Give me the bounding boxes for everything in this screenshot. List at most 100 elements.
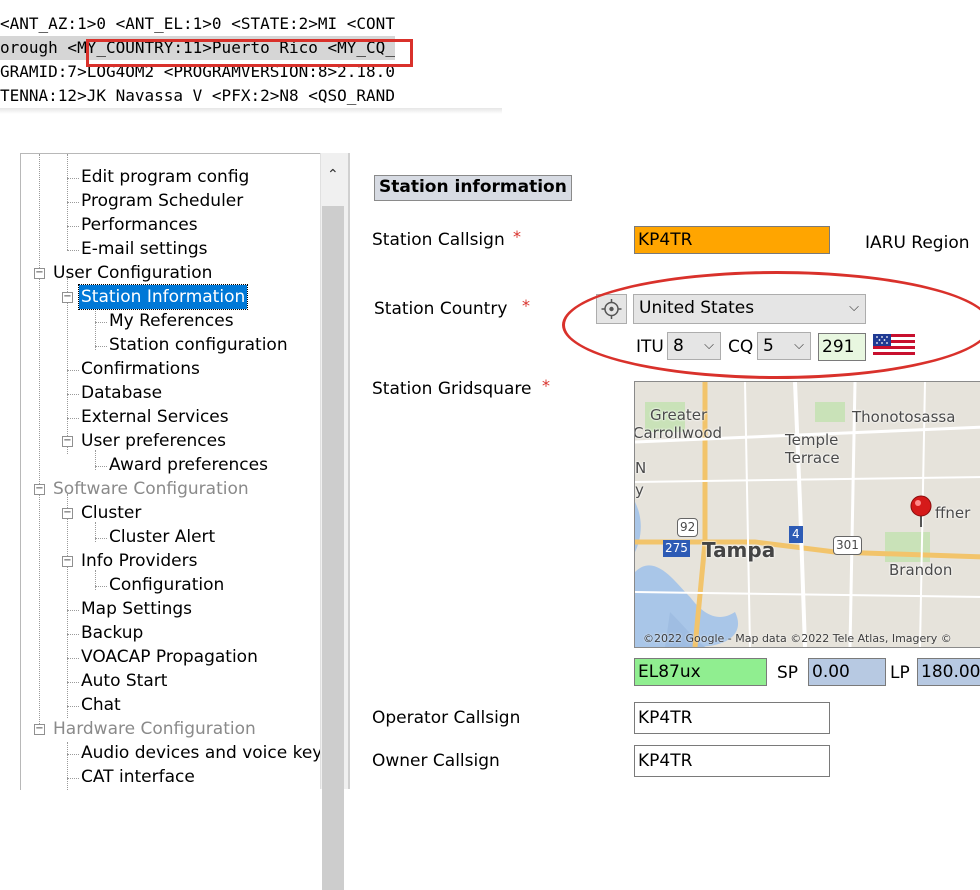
highway-shield: 301 xyxy=(833,536,862,555)
collapse-hardware-configuration-icon[interactable]: − xyxy=(34,724,45,735)
tree-item-chat[interactable]: Chat xyxy=(81,693,121,717)
collapse-station-information-icon[interactable]: − xyxy=(62,292,73,303)
required-marker: * xyxy=(542,376,550,395)
gridsquare-input[interactable]: EL87ux xyxy=(634,658,767,686)
station-callsign-label: Station Callsign xyxy=(372,230,505,250)
tree-item-software-configuration[interactable]: Software Configuration xyxy=(53,477,249,501)
tree-item-cluster-alert[interactable]: Cluster Alert xyxy=(109,525,215,549)
tree-guide xyxy=(95,306,96,350)
scroll-up-arrow-icon[interactable]: ⌃ xyxy=(327,167,339,183)
tree-connector xyxy=(67,778,79,779)
my-country-highlight-box xyxy=(86,39,413,67)
tree-item-cat-interface[interactable]: CAT interface xyxy=(81,765,195,789)
tree-connector xyxy=(67,682,79,683)
tree-item-user-preferences[interactable]: User preferences xyxy=(81,429,226,453)
station-country-label: Station Country xyxy=(374,299,508,319)
tree-item-confirmations[interactable]: Confirmations xyxy=(81,357,200,381)
operator-callsign-label: Operator Callsign xyxy=(372,708,521,728)
operator-callsign-input[interactable]: KP4TR xyxy=(634,702,830,734)
tree-item-external-services[interactable]: External Services xyxy=(81,405,229,429)
tree-connector xyxy=(67,418,79,419)
station-callsign-input[interactable]: KP4TR xyxy=(634,226,830,254)
tree-connector xyxy=(67,754,79,755)
collapse-info-providers-icon[interactable]: − xyxy=(62,556,73,567)
highway-shield: 92 xyxy=(677,518,699,537)
tree-guide xyxy=(95,450,96,470)
sp-label: SP xyxy=(777,663,799,683)
collapse-user-configuration-icon[interactable]: − xyxy=(34,268,45,279)
tree-item-performances[interactable]: Performances xyxy=(81,213,198,237)
collapse-software-configuration-icon[interactable]: − xyxy=(34,484,45,495)
tree-item-station-configuration[interactable]: Station configuration xyxy=(109,333,288,357)
map-label-tampa: Tampa xyxy=(702,538,776,562)
tree-connector xyxy=(67,178,79,179)
collapse-user-preferences-icon[interactable]: − xyxy=(62,436,73,447)
tree-connector xyxy=(95,322,107,323)
tree-item-backup[interactable]: Backup xyxy=(81,621,143,645)
iaru-region-label: IARU Region xyxy=(865,233,970,253)
map-label: Brandon xyxy=(889,561,953,579)
tree-scrollbar[interactable]: ⌃ xyxy=(320,153,348,890)
section-title: Station information xyxy=(374,175,572,201)
tree-connector xyxy=(67,658,79,659)
tree-guide xyxy=(95,570,96,590)
lp-bearing-field: 180.00 xyxy=(917,658,980,686)
tree-connector xyxy=(67,370,79,371)
interstate-shield: 4 xyxy=(789,526,803,543)
map-label: y xyxy=(635,481,644,499)
required-marker: * xyxy=(513,227,521,246)
scrollbar-thumb[interactable] xyxy=(322,206,344,890)
map-label: Thonotosassa xyxy=(852,408,956,426)
owner-callsign-label: Owner Callsign xyxy=(372,751,500,771)
tree-item-configuration[interactable]: Configuration xyxy=(109,573,224,597)
tree-item-award-preferences[interactable]: Award preferences xyxy=(109,453,268,477)
map-label: Temple xyxy=(785,431,839,449)
tree-item-database[interactable]: Database xyxy=(81,381,162,405)
tree-connector xyxy=(67,706,79,707)
tree-item-voacap-propagation[interactable]: VOACAP Propagation xyxy=(81,645,258,669)
map-copyright: ©2022 Google - Map data ©2022 Tele Atlas… xyxy=(643,632,952,645)
tree-guide xyxy=(39,154,40,730)
interstate-shield: 275 xyxy=(663,540,690,557)
settings-tree[interactable]: − − − − − − − Edit program config Progra… xyxy=(20,153,349,790)
sp-bearing-field: 0.00 xyxy=(808,658,886,686)
gridsquare-map[interactable]: Greater Carrollwood Temple Terrace Thono… xyxy=(634,381,980,648)
tree-connector xyxy=(67,634,79,635)
tree-item-auto-start[interactable]: Auto Start xyxy=(81,669,167,693)
adif-line-1: <ANT_AZ:1>0 <ANT_EL:1>0 <STATE:2>MI <CON… xyxy=(0,14,395,33)
map-label: Carrollwood xyxy=(634,424,723,442)
station-gridsquare-label: Station Gridsquare xyxy=(372,379,532,399)
tree-item-program-scheduler[interactable]: Program Scheduler xyxy=(81,189,243,213)
adif-bottom-fade xyxy=(0,108,502,114)
tree-item-user-configuration[interactable]: User Configuration xyxy=(53,261,212,285)
tree-item-info-providers[interactable]: Info Providers xyxy=(81,549,197,573)
country-highlight-ellipse xyxy=(562,271,980,379)
station-information-form: Station information Station Callsign * K… xyxy=(350,153,980,789)
tree-item-edit-program-config[interactable]: Edit program config xyxy=(81,165,249,189)
tree-guide xyxy=(95,522,96,542)
tree-connector xyxy=(67,250,79,251)
tree-guide xyxy=(67,278,68,454)
owner-callsign-input[interactable]: KP4TR xyxy=(634,745,830,777)
required-marker: * xyxy=(522,296,530,315)
tree-connector xyxy=(67,202,79,203)
tree-connector xyxy=(67,610,79,611)
tree-guide xyxy=(67,494,68,718)
tree-connector xyxy=(95,586,107,587)
map-label: Greater xyxy=(650,406,708,424)
tree-item-my-references[interactable]: My References xyxy=(109,309,234,333)
tree-item-map-settings[interactable]: Map Settings xyxy=(81,597,192,621)
tree-guide xyxy=(67,742,68,790)
tree-item-audio-devices[interactable]: Audio devices and voice keye xyxy=(81,741,333,765)
tree-connector xyxy=(95,538,107,539)
tree-connector xyxy=(67,394,79,395)
tree-connector xyxy=(95,466,107,467)
tree-item-station-information[interactable]: Station Information xyxy=(77,284,249,310)
tree-connector xyxy=(95,346,107,347)
map-label: ffner xyxy=(935,504,971,522)
map-label: N xyxy=(635,459,647,477)
collapse-cluster-icon[interactable]: − xyxy=(62,508,73,519)
tree-item-email-settings[interactable]: E-mail settings xyxy=(81,237,208,261)
tree-item-cluster[interactable]: Cluster xyxy=(81,501,141,525)
tree-item-hardware-configuration[interactable]: Hardware Configuration xyxy=(53,717,256,741)
